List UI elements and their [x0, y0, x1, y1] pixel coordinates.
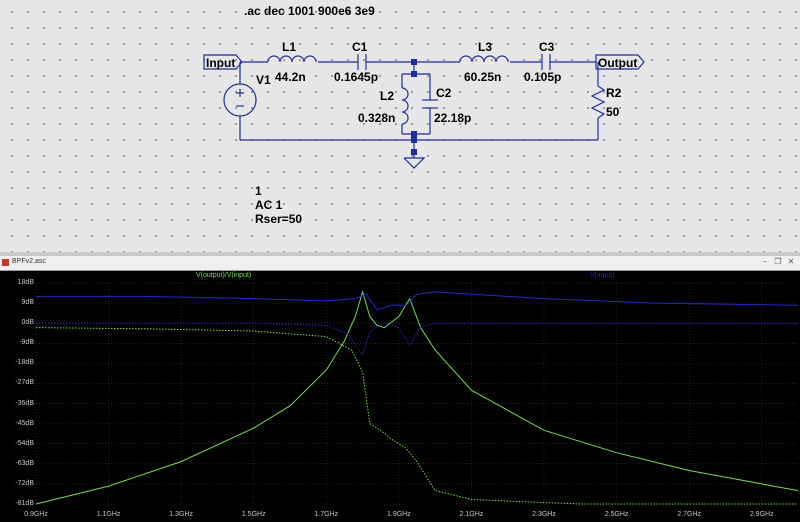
trace-label[interactable]: V(input) [590, 272, 615, 279]
l1-name[interactable]: L1 [282, 40, 296, 54]
x-tick-label: 1.1GHz [96, 511, 121, 518]
junction-dot [411, 149, 417, 155]
junction-dot [411, 137, 417, 143]
l3-inductor-symbol[interactable] [459, 55, 509, 63]
junction-dot [411, 71, 417, 77]
r2-value[interactable]: 50 [606, 105, 619, 119]
c1-value[interactable]: 0.1645p [334, 70, 378, 84]
x-tick-label: 2.1GHz [459, 511, 484, 518]
l3-name[interactable]: L3 [478, 40, 492, 54]
l2-value[interactable]: 0.328n [358, 111, 395, 125]
x-tick-label: 2.7GHz [677, 511, 702, 518]
y-tick-label: -72dB [15, 479, 34, 487]
x-tick-label: 1.9GHz [386, 511, 411, 518]
r2-resistor-symbol[interactable] [590, 85, 606, 119]
l2-name[interactable]: L2 [380, 89, 394, 103]
close-button[interactable]: ✕ [786, 257, 796, 267]
l2-inductor-symbol[interactable] [401, 87, 409, 125]
y-tick-label: -9dB [19, 339, 34, 347]
input-port-label[interactable]: Input [206, 56, 235, 70]
v1-name[interactable]: V1 [256, 73, 271, 87]
c3-value[interactable]: 0.105p [524, 70, 561, 84]
x-tick-label: 2.3GHz [532, 511, 556, 518]
window-title: BPFv2.asc [12, 258, 46, 265]
x-tick-label: 2.5GHz [604, 511, 629, 518]
x-tick-label: 2.9GHz [749, 511, 774, 518]
phase-trace [35, 327, 798, 505]
junction-dot [411, 131, 417, 137]
c2-value[interactable]: 22.18p [434, 111, 471, 125]
magnitude-trace [35, 290, 799, 505]
phase-trace [36, 322, 798, 356]
magnitude-trace [36, 291, 799, 311]
l1-inductor-symbol[interactable] [267, 55, 317, 63]
y-tick-label: -18dB [15, 359, 34, 367]
r2-name[interactable]: R2 [606, 86, 621, 100]
l1-value[interactable]: 44.2n [275, 70, 306, 84]
y-tick-label: -36dB [15, 399, 34, 407]
x-tick-label: 1.3GHz [169, 511, 194, 518]
simulation-directive[interactable]: .ac dec 1001 900e6 3e9 [244, 4, 375, 18]
schematic-pane[interactable]: .ac dec 1001 900e6 3e9 Input Output L1 4… [0, 0, 800, 252]
schematic-drawing [203, 54, 645, 169]
y-tick-label: 0dB [21, 319, 34, 327]
v1-value-line2[interactable]: AC 1 [255, 198, 282, 212]
app-icon [2, 259, 9, 266]
y-tick-label: -81dB [15, 500, 34, 507]
l3-value[interactable]: 60.25n [464, 70, 501, 84]
x-tick-label: 1.7GHz [314, 511, 339, 518]
junction-dot [411, 59, 417, 65]
waveform-titlebar[interactable]: BPFv2.asc – ❐ ✕ [0, 256, 800, 271]
waveform-window[interactable]: BPFv2.asc – ❐ ✕ [0, 256, 800, 522]
v1-value-line3[interactable]: Rser=50 [255, 212, 302, 226]
y-tick-label: -45dB [15, 419, 34, 427]
waveform-plot[interactable] [0, 270, 800, 522]
y-tick-label: -63dB [15, 459, 34, 467]
x-tick-label: 1.5GHz [241, 511, 266, 518]
y-tick-label: 9dB [21, 299, 34, 307]
c1-name[interactable]: C1 [352, 40, 367, 54]
v1-value-line1[interactable]: 1 [255, 184, 262, 198]
x-tick-label: 0.9GHz [24, 511, 48, 518]
c2-name[interactable]: C2 [436, 86, 451, 100]
c3-name[interactable]: C3 [539, 40, 554, 54]
y-tick-label: -54dB [15, 439, 34, 447]
ground-icon[interactable] [403, 157, 426, 169]
y-tick-label: -27dB [15, 379, 34, 387]
trace-label[interactable]: V(output)/V(input) [196, 272, 251, 279]
restore-button[interactable]: ❐ [773, 257, 783, 267]
minimize-button[interactable]: – [760, 257, 770, 267]
v1-source-symbol[interactable] [223, 83, 257, 117]
output-port-label[interactable]: Output [598, 56, 637, 70]
y-tick-label: 18dB [17, 279, 34, 286]
